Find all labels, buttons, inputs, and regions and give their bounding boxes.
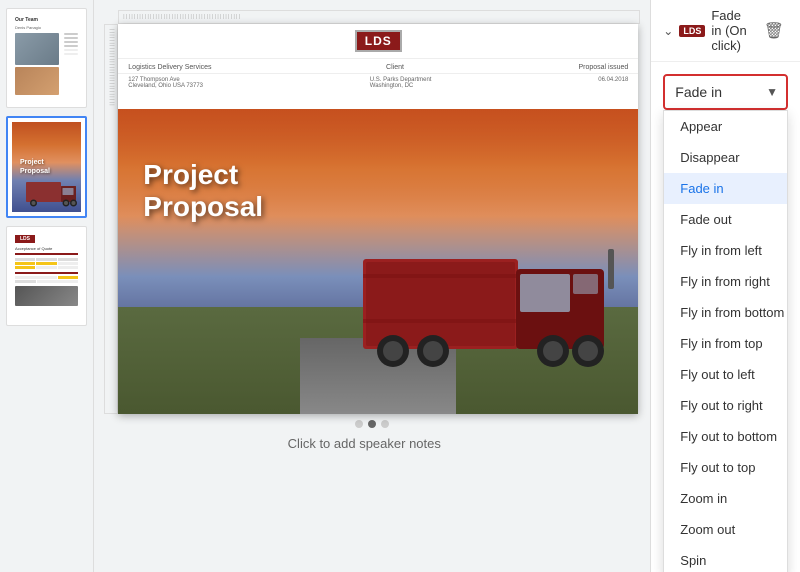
page-indicators bbox=[104, 420, 640, 428]
ruler-v-ticks: | | | | | | | | | | | | | | | | | | | | … bbox=[108, 29, 114, 106]
truck-svg bbox=[358, 204, 618, 384]
animation-controls: Appear Disappear Fade in Fade out Fly in… bbox=[651, 62, 800, 122]
animation-dropdown-container: Appear Disappear Fade in Fade out Fly in… bbox=[663, 74, 788, 110]
thumb1-line-3 bbox=[64, 41, 78, 43]
page-dot-1 bbox=[355, 420, 363, 428]
animation-type-select[interactable]: Appear Disappear Fade in Fade out Fly in… bbox=[663, 74, 788, 110]
slide-proposal-bg: Project Proposal bbox=[118, 109, 638, 414]
thumb2-text: ProjectProposal bbox=[20, 158, 50, 176]
thumb1-img-bottom bbox=[15, 67, 59, 95]
canvas-area: | | | | | | | | | | | | | | | | | | | | … bbox=[94, 0, 650, 572]
slide-thumb-3[interactable]: LDS Acceptance of Quote bbox=[6, 226, 87, 326]
animation-chevron-icon[interactable]: ⌄ bbox=[663, 24, 673, 38]
thumb3-red-line bbox=[15, 253, 78, 255]
menu-item-fly-in-top[interactable]: Fly in from top bbox=[664, 328, 787, 359]
main-area: Our Team Denis Panagio bbox=[0, 0, 800, 572]
menu-item-spin[interactable]: Spin bbox=[664, 545, 787, 572]
menu-item-fade-in[interactable]: Fade in bbox=[664, 173, 787, 204]
thumb1-header: Our Team Denis Panagio bbox=[15, 17, 78, 30]
slide-thumb-1[interactable]: Our Team Denis Panagio bbox=[6, 8, 87, 108]
menu-item-fly-out-bottom[interactable]: Fly out to bottom bbox=[664, 421, 787, 452]
page-dot-3 bbox=[381, 420, 389, 428]
thumb1-name: Denis Panagio bbox=[15, 25, 78, 30]
slide-top-header: LDS bbox=[118, 24, 638, 59]
thumb3-title: Acceptance of Quote bbox=[15, 246, 78, 251]
proposal-title-overlay: Project Proposal bbox=[143, 159, 263, 223]
thumb1-text-area bbox=[62, 33, 78, 95]
menu-item-fly-in-right[interactable]: Fly in from right bbox=[664, 266, 787, 297]
thumb3-logo: LDS bbox=[15, 235, 35, 243]
slide-address: 127 Thompson AveCleveland, Ohio USA 7377… bbox=[128, 77, 203, 89]
slide-address-row: 127 Thompson AveCleveland, Ohio USA 7377… bbox=[118, 76, 638, 90]
lds-logo: LDS bbox=[355, 30, 402, 52]
slide-client-label: Client bbox=[386, 64, 404, 71]
thumb1-title: Our Team bbox=[15, 17, 78, 23]
thumb1-img-top bbox=[15, 33, 59, 65]
thumb1-line-5 bbox=[64, 49, 78, 51]
slide-thumb-2-inner: ProjectProposal bbox=[12, 122, 81, 212]
ruler-h-container: | | | | | | | | | | | | | | | | | | | | … bbox=[118, 10, 640, 24]
slide-thumb-1-inner: Our Team Denis Panagio bbox=[11, 13, 82, 103]
speaker-notes[interactable]: Click to add speaker notes bbox=[104, 428, 624, 459]
ruler-horizontal: | | | | | | | | | | | | | | | | | | | | … bbox=[118, 10, 640, 24]
slide-thumbnails-sidebar: Our Team Denis Panagio bbox=[0, 0, 94, 572]
animation-dropdown-menu: Appear Disappear Fade in Fade out Fly in… bbox=[663, 110, 788, 572]
menu-item-fly-in-bottom[interactable]: Fly in from bottom bbox=[664, 297, 787, 328]
thumb1-line-2 bbox=[64, 37, 78, 39]
menu-item-fade-out[interactable]: Fade out bbox=[664, 204, 787, 235]
page-dot-2 bbox=[368, 420, 376, 428]
ruler-h-ticks: | | | | | | | | | | | | | | | | | | | | … bbox=[119, 14, 240, 20]
main-slide: LDS Logistics Delivery Services Client P… bbox=[118, 24, 638, 414]
slide-proposal-label: Proposal issued bbox=[578, 64, 628, 71]
slide-thumb-3-inner: LDS Acceptance of Quote bbox=[11, 231, 82, 321]
right-panel: ⌄ LDS Fade in (On click) 🗑 Appear Disapp… bbox=[650, 0, 800, 572]
animation-title: Fade in (On click) bbox=[711, 8, 753, 53]
menu-item-disappear[interactable]: Disappear bbox=[664, 142, 787, 173]
slide-with-ruler: | | | | | | | | | | | | | | | | | | | | … bbox=[104, 24, 638, 414]
menu-item-fly-out-right[interactable]: Fly out to right bbox=[664, 390, 787, 421]
menu-item-fly-out-top[interactable]: Fly out to top bbox=[664, 452, 787, 483]
menu-item-zoom-out[interactable]: Zoom out bbox=[664, 514, 787, 545]
menu-item-zoom-in[interactable]: Zoom in bbox=[664, 483, 787, 514]
slide-info-row: Logistics Delivery Services Client Propo… bbox=[118, 62, 638, 74]
animation-delete-button[interactable]: 🗑 bbox=[760, 19, 788, 43]
thumb2-bg: ProjectProposal bbox=[12, 122, 81, 212]
thumb1-line-1 bbox=[64, 33, 78, 35]
thumb3-bottom-img bbox=[15, 286, 78, 306]
ruler-vertical: | | | | | | | | | | | | | | | | | | | | … bbox=[104, 24, 118, 414]
slide-client-dept: U.S. Parks DepartmentWashington, DC bbox=[370, 77, 432, 89]
proposal-title: Project Proposal bbox=[143, 159, 263, 223]
menu-item-appear[interactable]: Appear bbox=[664, 111, 787, 142]
slide-thumb-2[interactable]: ProjectProposal bbox=[6, 116, 87, 218]
slide-company-name: Logistics Delivery Services bbox=[128, 64, 211, 71]
menu-item-fly-in-left[interactable]: Fly in from left bbox=[664, 235, 787, 266]
thumb1-line-4 bbox=[64, 45, 78, 47]
animation-lds-badge: LDS bbox=[679, 25, 705, 37]
slide-date: 06.04.2018 bbox=[598, 77, 628, 89]
animation-header: ⌄ LDS Fade in (On click) 🗑 bbox=[651, 0, 800, 62]
thumb1-line-6 bbox=[64, 53, 78, 55]
menu-item-fly-out-left[interactable]: Fly out to left bbox=[664, 359, 787, 390]
thumb3-table bbox=[15, 258, 78, 283]
